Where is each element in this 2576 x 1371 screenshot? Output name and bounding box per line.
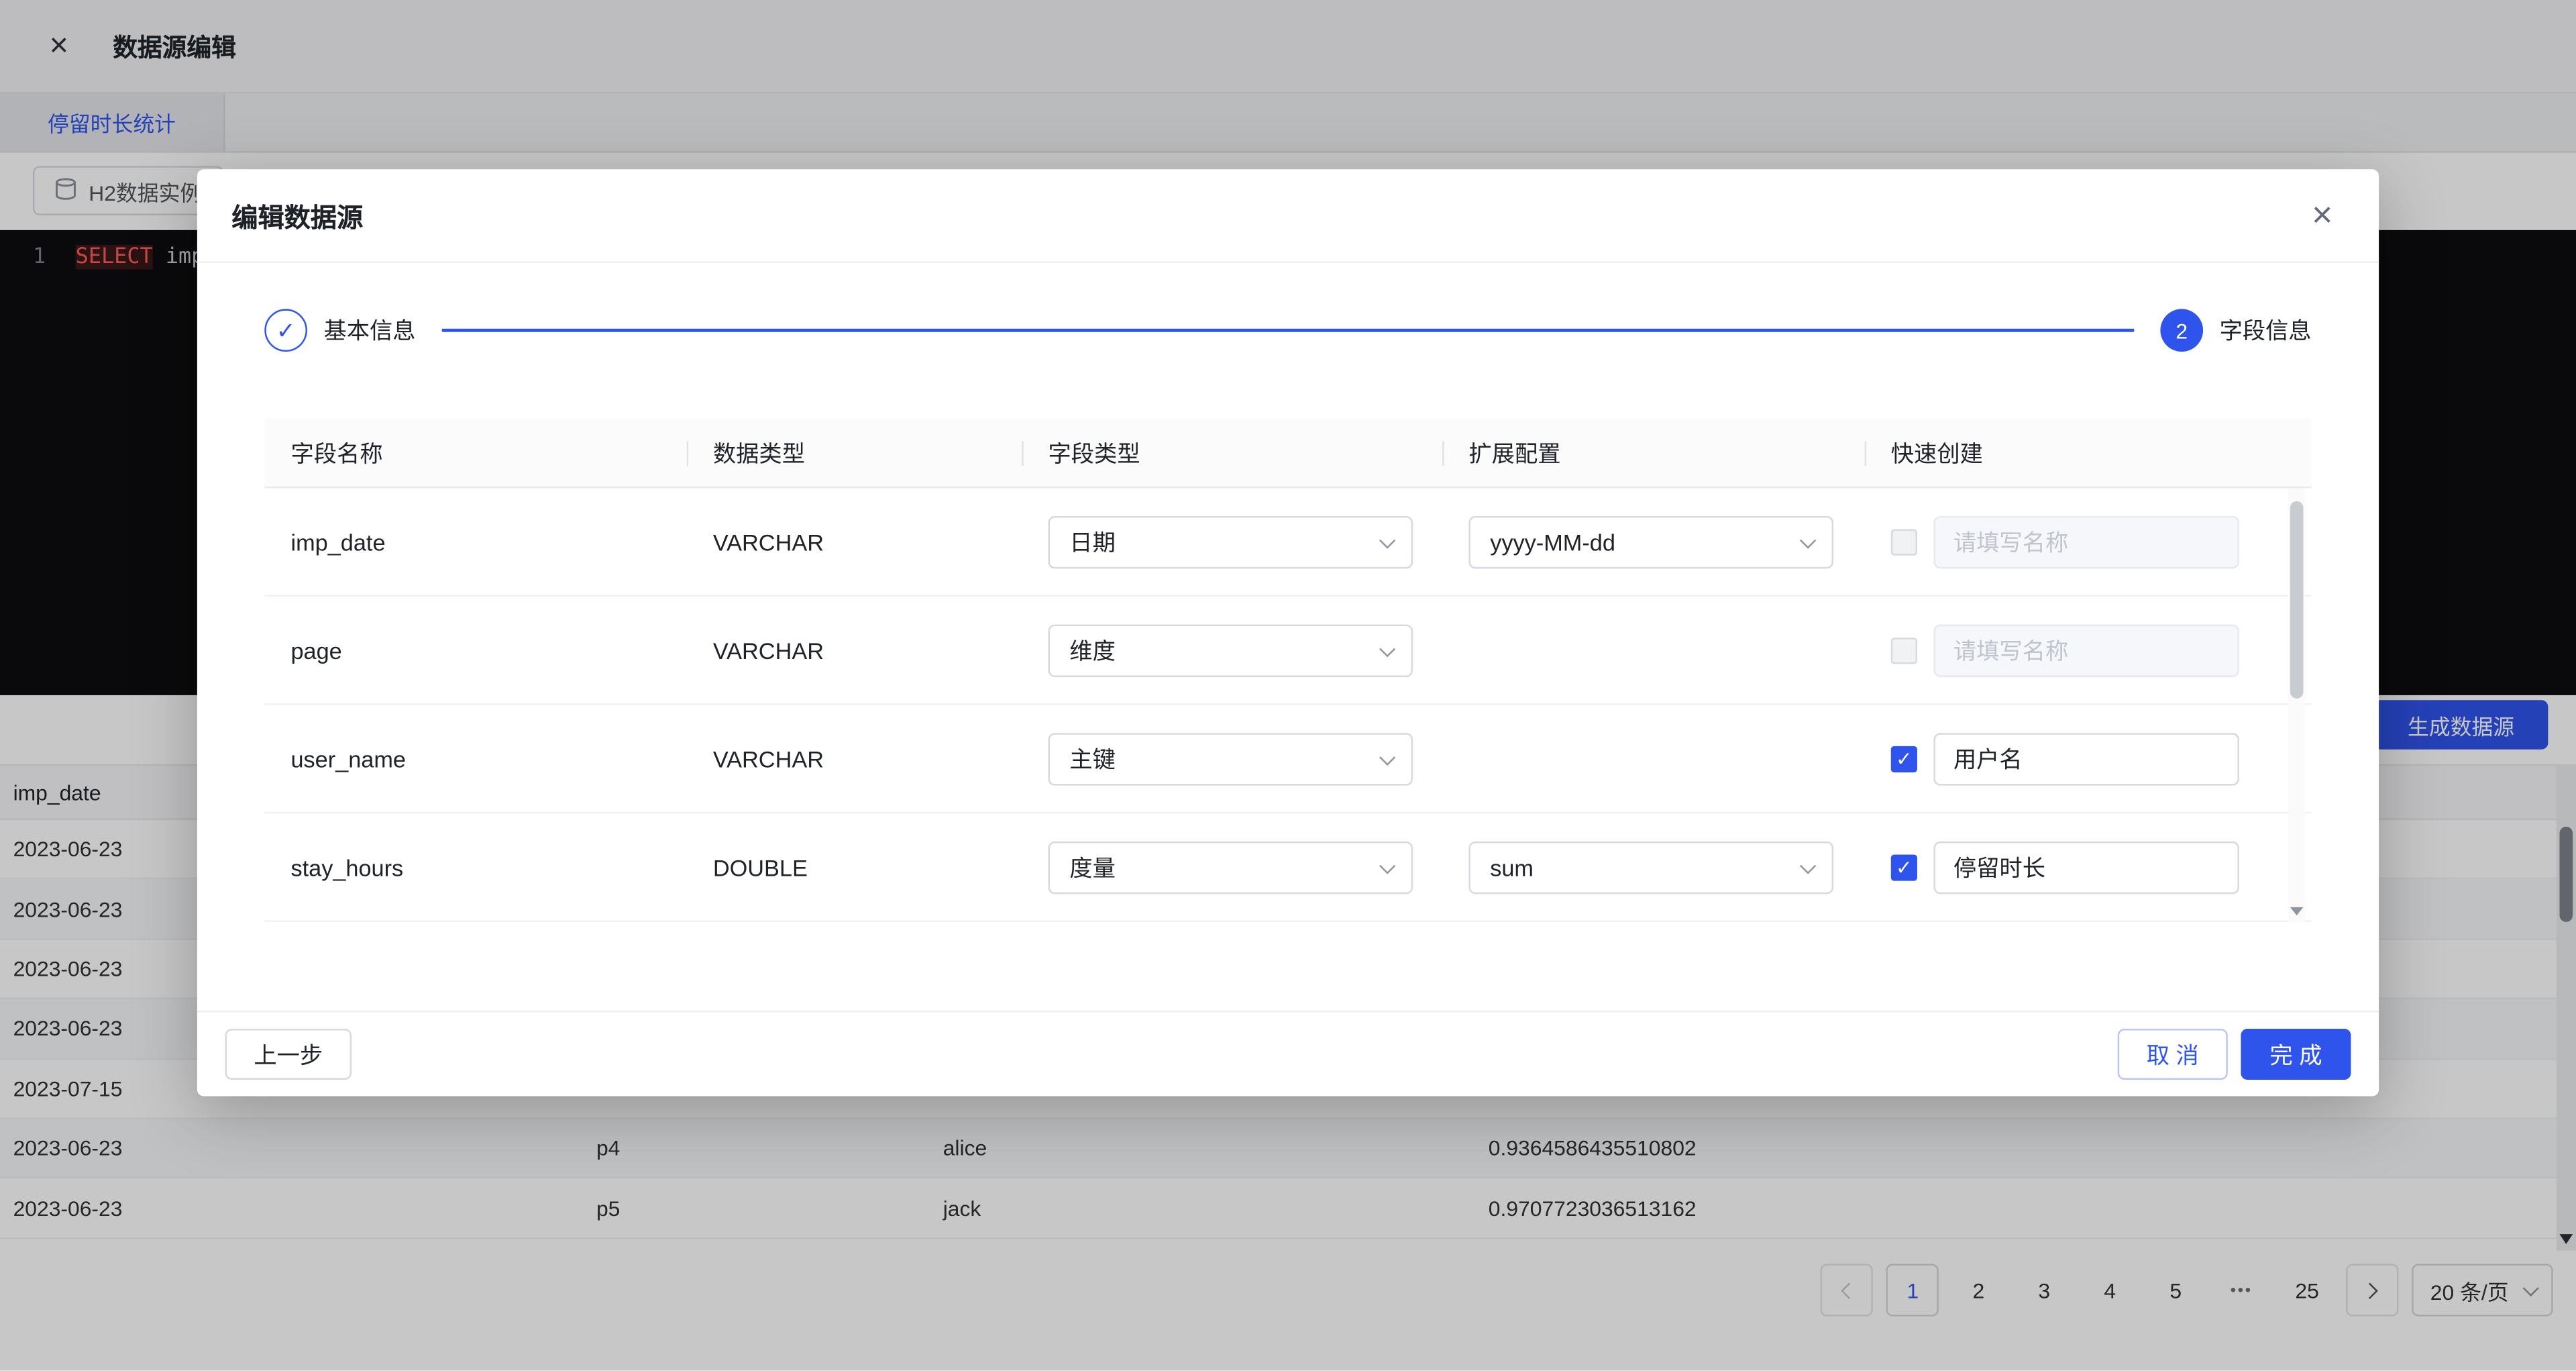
field-row-stay-hours: stay_hours DOUBLE 度量 sum ✓ bbox=[264, 813, 2311, 922]
scroll-down-arrow-icon[interactable] bbox=[2290, 907, 2304, 915]
column-header-data-type: 数据类型 bbox=[687, 436, 1022, 469]
field-name: user_name bbox=[264, 746, 686, 772]
dialog-close-icon[interactable]: × bbox=[2312, 197, 2332, 234]
chevron-down-icon bbox=[1800, 857, 1816, 873]
column-header-quick-create: 快速创建 bbox=[1865, 436, 2312, 469]
column-header-field-type: 字段类型 bbox=[1022, 436, 1442, 469]
quick-create-name-input[interactable] bbox=[1933, 623, 2239, 676]
check-icon: ✓ bbox=[276, 316, 296, 344]
quick-create-name-input[interactable] bbox=[1933, 732, 2239, 784]
screen: × 数据源编辑 停留时长统计 H2数据实例 1 SELECT imp 生成数据源… bbox=[0, 0, 2576, 1370]
chevron-down-icon bbox=[1379, 857, 1395, 873]
chevron-down-icon bbox=[1379, 749, 1395, 765]
field-row-user-name: user_name VARCHAR 主键 ✓ bbox=[264, 705, 2311, 814]
cancel-button[interactable]: 取 消 bbox=[2118, 1029, 2228, 1080]
field-type-value: 度量 bbox=[1069, 850, 1116, 883]
date-format-value: yyyy-MM-dd bbox=[1490, 528, 1615, 554]
field-name: stay_hours bbox=[264, 854, 686, 880]
quick-create-name-input[interactable] bbox=[1933, 841, 2239, 893]
edit-datasource-dialog: 编辑数据源 × ✓ 基本信息 2 字段信息 字段名称 数据类型 字段类型 扩展配… bbox=[197, 169, 2379, 1096]
field-row-imp-date: imp_date VARCHAR 日期 yyyy-MM-dd bbox=[264, 488, 2311, 597]
column-header-field-name: 字段名称 bbox=[264, 436, 686, 469]
field-type-value: 维度 bbox=[1069, 633, 1116, 666]
quick-create-checkbox[interactable]: ✓ bbox=[1891, 746, 1917, 772]
finish-button[interactable]: 完 成 bbox=[2241, 1029, 2351, 1080]
step-1-circle: ✓ bbox=[264, 309, 307, 352]
field-type-select[interactable]: 日期 bbox=[1048, 515, 1413, 568]
quick-create-checkbox[interactable] bbox=[1891, 637, 1917, 663]
field-name: page bbox=[264, 637, 686, 663]
date-format-select[interactable]: yyyy-MM-dd bbox=[1468, 515, 1833, 568]
step-2-label: 字段信息 bbox=[2220, 314, 2312, 347]
fields-scrollbar[interactable] bbox=[2288, 488, 2304, 922]
check-icon: ✓ bbox=[1896, 857, 1913, 876]
aggregation-select[interactable]: sum bbox=[1468, 841, 1833, 893]
field-row-page: page VARCHAR 维度 bbox=[264, 597, 2311, 705]
dialog-title: 编辑数据源 bbox=[231, 195, 363, 235]
fields-table-header: 字段名称 数据类型 字段类型 扩展配置 快速创建 bbox=[264, 419, 2311, 488]
field-type-value: 日期 bbox=[1069, 525, 1116, 558]
step-1-label: 基本信息 bbox=[323, 314, 415, 347]
step-2-circle: 2 bbox=[2160, 309, 2203, 352]
quick-create-checkbox[interactable]: ✓ bbox=[1891, 854, 1917, 880]
data-type: VARCHAR bbox=[687, 528, 1022, 554]
check-icon: ✓ bbox=[1896, 749, 1913, 768]
quick-create-checkbox[interactable] bbox=[1891, 528, 1917, 554]
chevron-down-icon bbox=[1379, 531, 1395, 548]
field-type-select[interactable]: 维度 bbox=[1048, 623, 1413, 676]
column-header-ext-config: 扩展配置 bbox=[1442, 436, 1864, 469]
previous-step-button[interactable]: 上一步 bbox=[225, 1029, 352, 1080]
aggregation-value: sum bbox=[1490, 854, 1534, 880]
field-type-select[interactable]: 度量 bbox=[1048, 841, 1413, 893]
field-type-select[interactable]: 主键 bbox=[1048, 732, 1413, 784]
dialog-footer: 上一步 取 消 完 成 bbox=[197, 1011, 2379, 1096]
data-type: VARCHAR bbox=[687, 637, 1022, 663]
field-name: imp_date bbox=[264, 528, 686, 554]
chevron-down-icon bbox=[1800, 531, 1816, 548]
field-type-value: 主键 bbox=[1069, 742, 1116, 775]
steps-indicator: ✓ 基本信息 2 字段信息 bbox=[264, 309, 2311, 352]
scrollbar-thumb[interactable] bbox=[2290, 501, 2304, 699]
step-connector-line bbox=[442, 329, 2134, 332]
data-type: DOUBLE bbox=[687, 854, 1022, 880]
fields-table: 字段名称 数据类型 字段类型 扩展配置 快速创建 imp_date VARCHA… bbox=[264, 419, 2311, 921]
chevron-down-icon bbox=[1379, 640, 1395, 656]
dialog-header: 编辑数据源 × bbox=[197, 169, 2379, 263]
data-type: VARCHAR bbox=[687, 746, 1022, 772]
quick-create-name-input[interactable] bbox=[1933, 515, 2239, 568]
